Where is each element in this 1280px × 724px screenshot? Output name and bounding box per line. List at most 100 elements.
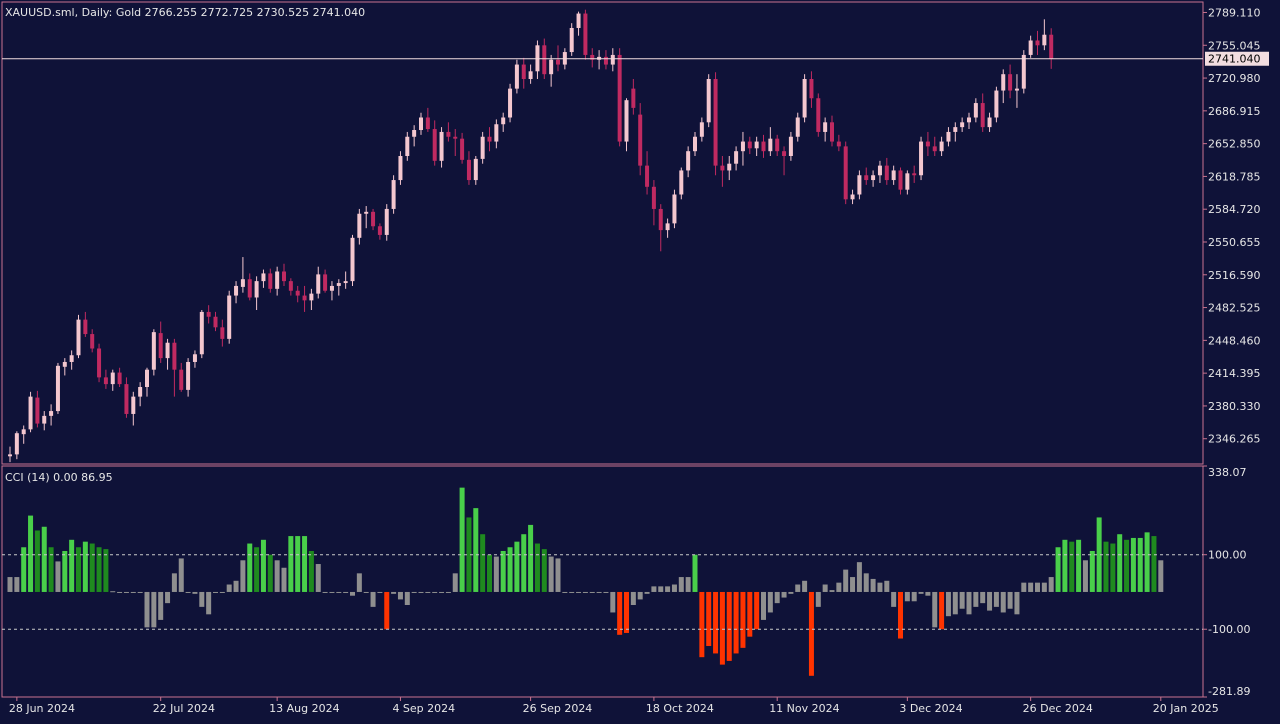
cci-bar[interactable] (14, 577, 20, 592)
candle[interactable] (473, 156, 478, 185)
candle[interactable] (384, 204, 389, 241)
cci-bar[interactable] (767, 591, 773, 613)
cci-bar[interactable] (260, 539, 266, 592)
cci-bar[interactable] (665, 586, 671, 592)
candle[interactable] (864, 167, 869, 185)
cci-bar[interactable] (699, 591, 705, 658)
cci-bar[interactable] (397, 591, 403, 600)
candle[interactable] (590, 48, 595, 68)
candle[interactable] (158, 321, 163, 363)
cci-bar[interactable] (877, 582, 883, 592)
candle[interactable] (302, 285, 307, 312)
candle[interactable] (987, 112, 992, 132)
cci-bar[interactable] (534, 543, 540, 592)
candle[interactable] (371, 208, 376, 231)
candle[interactable] (145, 367, 149, 397)
candle[interactable] (830, 115, 834, 147)
cci-bar[interactable] (377, 591, 383, 593)
candle[interactable] (377, 223, 382, 240)
cci-bar[interactable] (165, 591, 171, 604)
candle[interactable] (1008, 64, 1013, 99)
candle[interactable] (631, 79, 636, 115)
cci-bar[interactable] (548, 556, 554, 592)
candle[interactable] (432, 120, 437, 166)
cci-bar[interactable] (521, 534, 527, 592)
cci-bar[interactable] (302, 536, 308, 592)
candle[interactable] (508, 83, 513, 123)
candle[interactable] (240, 257, 245, 293)
cci-bar[interactable] (754, 591, 760, 630)
candle[interactable] (871, 170, 876, 187)
cci-bar[interactable] (1048, 577, 1054, 592)
candle[interactable] (62, 358, 67, 376)
candle[interactable] (439, 127, 444, 168)
candle[interactable] (953, 122, 958, 142)
candle[interactable] (884, 157, 889, 185)
candle[interactable] (425, 107, 430, 132)
candle[interactable] (412, 125, 417, 147)
cci-bar[interactable] (274, 560, 280, 592)
candle[interactable] (699, 117, 704, 142)
candle[interactable] (90, 329, 95, 353)
candle[interactable] (220, 319, 225, 347)
candle[interactable] (905, 170, 910, 195)
candle[interactable] (973, 98, 978, 123)
candle[interactable] (172, 338, 177, 397)
cci-bar[interactable] (493, 556, 499, 592)
cci-bar[interactable] (843, 569, 849, 592)
cci-bar[interactable] (55, 561, 61, 592)
cci-bar[interactable] (110, 591, 116, 593)
candle[interactable] (35, 390, 40, 428)
candle[interactable] (151, 329, 156, 376)
cci-bar[interactable] (1062, 539, 1068, 592)
candle[interactable] (405, 131, 410, 161)
cci-bar[interactable] (171, 573, 177, 592)
candle[interactable] (891, 165, 896, 185)
cci-bar[interactable] (569, 591, 575, 593)
candle[interactable] (727, 156, 732, 181)
cci-bar[interactable] (7, 577, 13, 592)
cci-bar[interactable] (596, 591, 602, 593)
cci-bar[interactable] (966, 591, 972, 615)
candle[interactable] (946, 127, 951, 147)
candle[interactable] (569, 23, 574, 56)
cci-bar[interactable] (267, 554, 273, 592)
cci-bar[interactable] (1041, 582, 1047, 592)
cci-bar[interactable] (719, 591, 725, 665)
cci-bar[interactable] (1103, 541, 1109, 592)
candle[interactable] (398, 151, 403, 185)
cci-bar[interactable] (952, 591, 958, 615)
candle[interactable] (782, 146, 787, 176)
cci-bar[interactable] (34, 530, 40, 592)
cci-bar[interactable] (993, 591, 999, 607)
candle[interactable] (775, 134, 780, 156)
cci-bar[interactable] (562, 591, 568, 593)
candles-layer[interactable] (8, 9, 1054, 463)
candle[interactable] (1049, 28, 1054, 69)
cci-bar[interactable] (329, 591, 335, 593)
candle[interactable] (1001, 69, 1006, 104)
cci-bar[interactable] (939, 591, 945, 630)
cci-bar[interactable] (822, 584, 828, 592)
candle[interactable] (227, 290, 232, 344)
candle[interactable] (323, 269, 328, 293)
cci-bar[interactable] (658, 586, 664, 592)
cci-bar[interactable] (1130, 537, 1136, 592)
candle[interactable] (761, 134, 766, 158)
cci-bar[interactable] (487, 554, 492, 592)
cci-bar[interactable] (219, 591, 225, 593)
cci-bar[interactable] (459, 487, 465, 592)
candle[interactable] (28, 391, 33, 433)
cci-bar[interactable] (610, 591, 616, 613)
candle[interactable] (110, 369, 115, 391)
candle[interactable] (617, 48, 622, 147)
candle[interactable] (693, 131, 697, 156)
cci-bar[interactable] (1035, 582, 1040, 592)
cci-bar[interactable] (802, 580, 808, 592)
cci-bar[interactable] (603, 591, 609, 593)
cci-bar[interactable] (1028, 582, 1034, 592)
candle[interactable] (288, 278, 293, 296)
cci-bar[interactable] (103, 549, 109, 592)
cci-bar[interactable] (582, 591, 588, 593)
cci-bar[interactable] (473, 508, 479, 592)
